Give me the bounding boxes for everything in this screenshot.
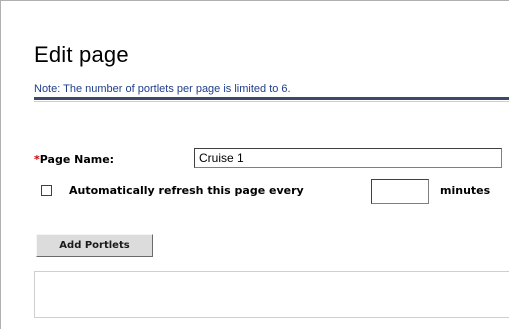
auto-refresh-label: Automatically refresh this page every — [69, 184, 304, 197]
page-name-label: *Page Name: — [34, 153, 114, 166]
auto-refresh-checkbox[interactable] — [41, 185, 52, 196]
portlet-list-area — [34, 271, 509, 318]
edit-page-panel: Edit page Note: The number of portlets p… — [0, 0, 509, 329]
title-divider-shadow — [34, 101, 509, 102]
page-title: Edit page — [34, 42, 129, 67]
add-portlets-button[interactable]: Add Portlets — [36, 234, 153, 257]
page-name-label-text: Page Name: — [39, 153, 115, 166]
minutes-unit-label: minutes — [440, 184, 491, 197]
portlet-limit-note: Note: The number of portlets per page is… — [34, 83, 291, 95]
page-name-input[interactable] — [194, 148, 502, 168]
refresh-minutes-input[interactable] — [371, 179, 429, 204]
title-divider — [34, 97, 509, 100]
